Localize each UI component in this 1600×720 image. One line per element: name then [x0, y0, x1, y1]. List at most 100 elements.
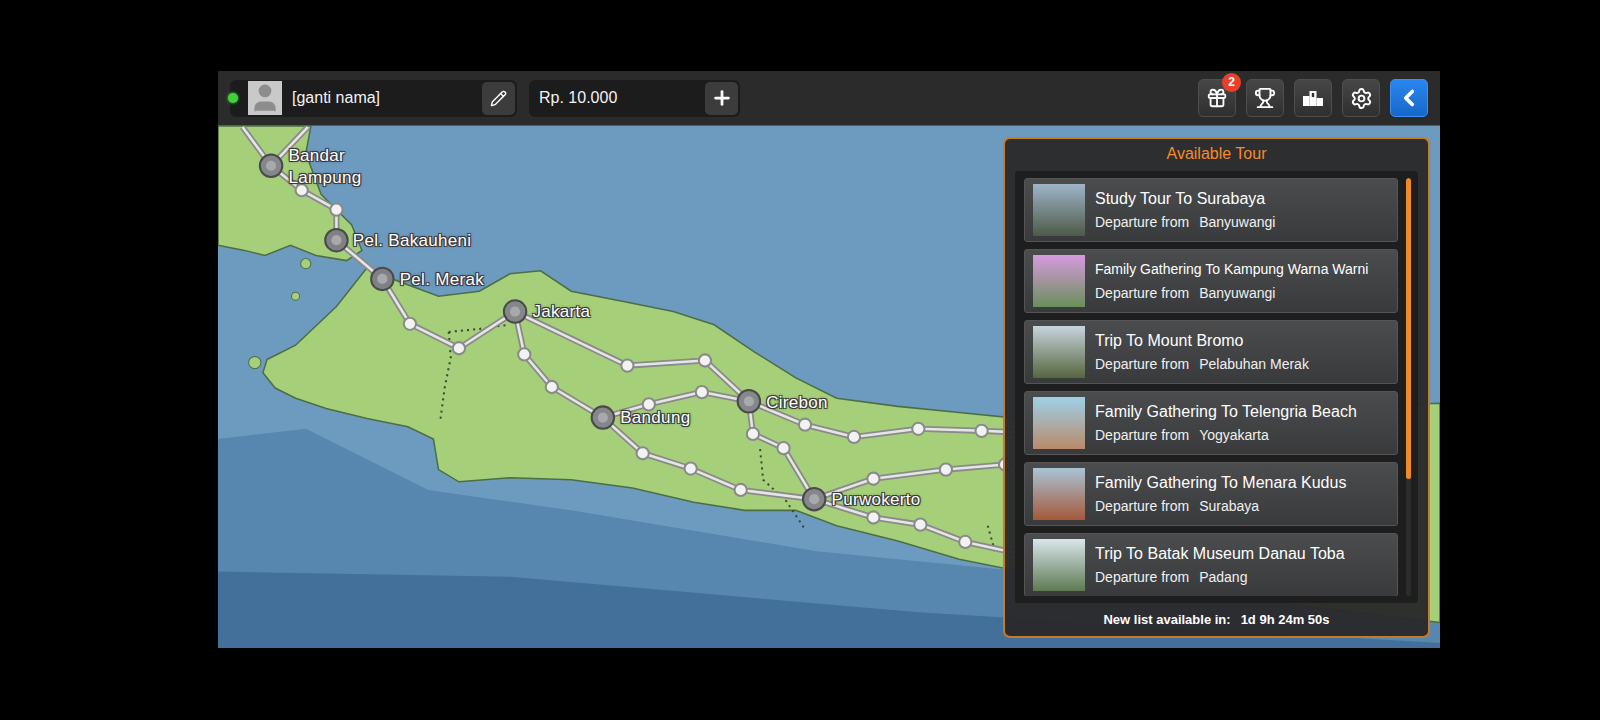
city-node[interactable]: [325, 229, 347, 251]
city-label[interactable]: Cirebon: [766, 392, 828, 414]
tour-list[interactable]: Study Tour To Surabaya Departure fromBany…: [1024, 178, 1398, 596]
city-label[interactable]: Bandar Lampung: [288, 145, 378, 189]
online-status-dot: [228, 93, 238, 103]
tour-thumbnail: [1033, 326, 1085, 378]
map-node[interactable]: [518, 348, 530, 360]
top-bar: [ganti nama] Rp. 10.000 2: [218, 71, 1440, 126]
tour-item[interactable]: Study Tour To Surabaya Departure fromBany…: [1024, 178, 1398, 242]
map-node[interactable]: [330, 203, 342, 215]
user-icon: [248, 81, 282, 115]
departure-city: Surabaya: [1199, 498, 1259, 515]
tour-info: Study Tour To Surabaya Departure fromBany…: [1095, 189, 1389, 231]
city-node[interactable]: [592, 406, 614, 428]
road: [603, 418, 814, 500]
scrollbar[interactable]: [1406, 178, 1411, 596]
tour-thumbnail: [1033, 539, 1085, 591]
map-node[interactable]: [696, 386, 708, 398]
money-field: Rp. 10.000: [529, 80, 740, 117]
departure-label: Departure from: [1095, 285, 1189, 302]
achievements-button[interactable]: [1246, 79, 1284, 117]
tour-info: Family Gathering To Menara KudusDepartur…: [1095, 473, 1389, 515]
road: [515, 312, 603, 418]
map-node[interactable]: [867, 511, 879, 523]
city-label[interactable]: Purwokerto: [832, 489, 921, 511]
map-node[interactable]: [685, 462, 697, 474]
leaderboard-button[interactable]: [1294, 79, 1332, 117]
departure-row: Departure fromBanyuwangi: [1095, 214, 1389, 231]
map-node[interactable]: [621, 359, 633, 371]
tour-item[interactable]: Family Gathering To Kampung Warna Warni D…: [1024, 249, 1398, 313]
tour-title: Trip To Batak Museum Danau Toba: [1095, 544, 1389, 563]
timer-label: New list available in:: [1103, 612, 1230, 627]
tour-item[interactable]: Trip To Batak Museum Danau Toba Departure…: [1024, 533, 1398, 596]
timer-value: 1d 9h 24m 50s: [1241, 612, 1330, 627]
map-node[interactable]: [940, 463, 952, 475]
tour-thumbnail: [1033, 468, 1085, 520]
map-node[interactable]: [637, 447, 649, 459]
map[interactable]: Bandar Lampung Pel. Bakauheni Pel. Merak Ja…: [218, 126, 1440, 648]
map-node[interactable]: [848, 431, 860, 443]
refresh-timer: New list available in: 1d 9h 24m 50s: [1015, 603, 1418, 630]
tour-item[interactable]: Trip To Mount BromoDeparture fromPelabuh…: [1024, 320, 1398, 384]
departure-city: Padang: [1199, 569, 1247, 586]
departure-label: Departure from: [1095, 214, 1189, 231]
tour-title: Family Gathering To Kampung Warna Warni: [1095, 260, 1389, 279]
map-node[interactable]: [453, 342, 465, 354]
departure-row: Departure from Padang: [1095, 569, 1389, 586]
edit-name-button[interactable]: [482, 82, 515, 115]
gift-button[interactable]: 2: [1198, 79, 1236, 117]
city-node[interactable]: [371, 268, 393, 290]
map-node[interactable]: [546, 381, 558, 393]
pencil-icon: [490, 90, 507, 107]
map-node[interactable]: [777, 442, 789, 454]
podium-icon: [1302, 88, 1324, 108]
map-node[interactable]: [975, 425, 987, 437]
panel-title: Available Tour: [1015, 143, 1418, 171]
tour-thumbnail: [1033, 397, 1085, 449]
tour-title: Study Tour To Surabaya: [1095, 189, 1389, 208]
player-info: [ganti nama] Rp. 10.000: [230, 80, 740, 117]
tour-title: Family Gathering To Telengria Beach: [1095, 402, 1389, 421]
tour-thumbnail: [1033, 255, 1085, 307]
city-node[interactable]: [260, 155, 282, 177]
tour-item[interactable]: Family Gathering To Menara KudusDepartur…: [1024, 462, 1398, 526]
departure-row: Departure fromBanyuwangi: [1095, 285, 1389, 302]
map-node[interactable]: [912, 423, 924, 435]
page: [ganti nama] Rp. 10.000 2 Bandar Lampung Pel…: [0, 0, 1600, 720]
map-node[interactable]: [799, 419, 811, 431]
map-node[interactable]: [735, 484, 747, 496]
tour-title: Trip To Mount Bromo: [1095, 331, 1389, 350]
map-node[interactable]: [959, 536, 971, 548]
road: [382, 279, 515, 348]
toolbar: 2: [1198, 79, 1428, 117]
avatar[interactable]: [248, 81, 282, 115]
map-node[interactable]: [914, 519, 926, 531]
road: [515, 312, 749, 402]
city-label[interactable]: Pel. Merak: [400, 269, 484, 291]
map-node[interactable]: [699, 354, 711, 366]
add-money-button[interactable]: [705, 82, 738, 115]
name-field: [ganti nama]: [230, 80, 517, 117]
player-name: [ganti nama]: [292, 89, 472, 107]
departure-city: Yogyakarta: [1199, 427, 1269, 444]
departure-label: Departure from: [1095, 569, 1189, 586]
tour-item[interactable]: Family Gathering To Telengria BeachDepar…: [1024, 391, 1398, 455]
money-balance: Rp. 10.000: [535, 89, 695, 107]
game-screen: [ganti nama] Rp. 10.000 2 Bandar Lampung Pel…: [218, 71, 1440, 648]
city-label[interactable]: Bandung: [620, 407, 690, 429]
settings-button[interactable]: [1342, 79, 1380, 117]
map-node[interactable]: [867, 473, 879, 485]
city-node[interactable]: [803, 488, 825, 510]
back-button[interactable]: [1390, 79, 1428, 117]
city-node[interactable]: [504, 300, 526, 322]
city-node[interactable]: [738, 390, 760, 412]
gear-icon: [1350, 87, 1373, 110]
map-node[interactable]: [404, 318, 416, 330]
city-label[interactable]: Jakarta: [532, 301, 590, 323]
city-label[interactable]: Pel. Bakauheni: [353, 230, 472, 252]
tour-info: Trip To Mount BromoDeparture fromPelabuh…: [1095, 331, 1389, 373]
map-node[interactable]: [747, 428, 759, 440]
departure-row: Departure from Surabaya: [1095, 498, 1389, 515]
scrollbar-thumb[interactable]: [1406, 178, 1411, 479]
departure-label: Departure from: [1095, 498, 1189, 515]
